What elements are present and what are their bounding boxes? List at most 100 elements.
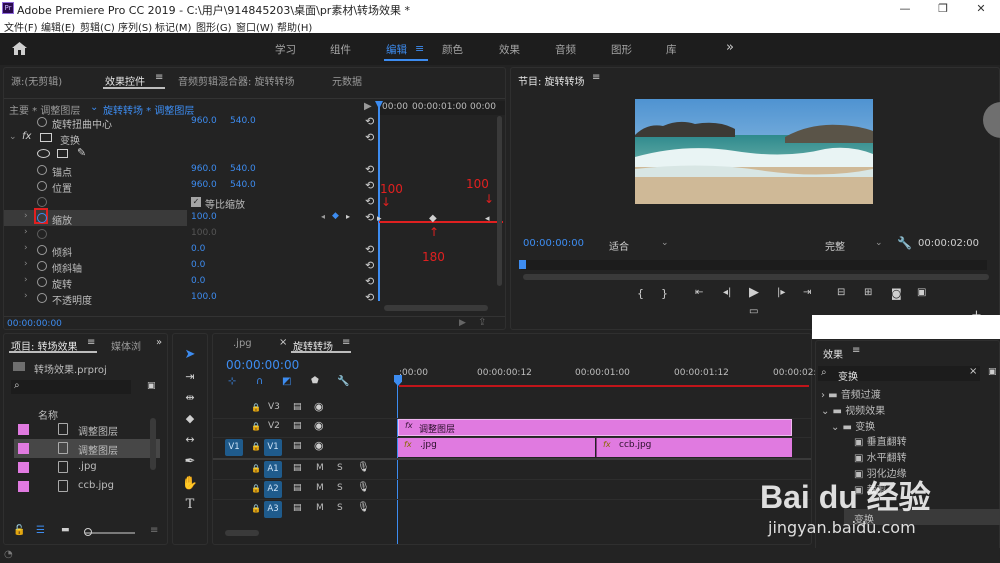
list-item[interactable]: 调整图层	[14, 439, 160, 458]
prop-value[interactable]: 0.0	[191, 260, 205, 270]
panel-menu-icon[interactable]: ≡	[342, 337, 350, 348]
effects-search-input[interactable]: ⌕ 变换 ×	[818, 366, 980, 383]
close-tab-icon[interactable]: ×	[279, 337, 287, 348]
rect-mask-icon[interactable]	[57, 149, 68, 158]
lock-icon[interactable]: 🔒	[251, 464, 261, 473]
stopwatch-icon[interactable]	[37, 165, 47, 175]
mute-icon[interactable]: M	[316, 503, 324, 513]
list-item[interactable]: 调整图层	[14, 420, 160, 439]
go-to-in-icon[interactable]: ⇤	[695, 287, 703, 298]
ws-libraries[interactable]: 库	[666, 42, 677, 57]
project-search-input[interactable]: ⌕	[11, 380, 131, 394]
chevron-down-icon[interactable]: ⌄	[90, 102, 98, 113]
track-label[interactable]: V3	[268, 402, 280, 412]
sort-icon[interactable]: ≡	[150, 525, 158, 536]
eye-icon[interactable]: ◉	[314, 400, 324, 413]
reset-icon[interactable]: ⟲	[365, 259, 374, 272]
comment-icon[interactable]: ▭	[749, 306, 758, 317]
play-icon[interactable]: ▶	[749, 285, 759, 300]
sync-icon[interactable]: ▤	[293, 421, 302, 431]
lock-icon[interactable]: 🔒	[251, 442, 261, 451]
sync-icon[interactable]: ▤	[293, 503, 302, 513]
nest-icon[interactable]: ⊹	[228, 376, 236, 387]
lock-icon[interactable]: 🔒	[251, 504, 261, 513]
ec-footer-timecode[interactable]: 00:00:00:00	[7, 319, 62, 329]
linked-selection-icon[interactable]: ◩	[282, 376, 291, 387]
tree-item-audio-transitions[interactable]: › ▬ 音频过渡	[821, 386, 881, 401]
panel-menu-icon[interactable]: ≡	[852, 345, 860, 356]
zoom-slider-handle[interactable]	[84, 528, 92, 536]
fx-badge[interactable]: fx	[22, 131, 31, 142]
tree-item-vertical-flip[interactable]: ▣ 垂直翻转	[854, 433, 907, 448]
reset-icon[interactable]: ⟲	[365, 163, 374, 176]
list-item[interactable]: .jpg	[14, 458, 160, 477]
step-back-icon[interactable]: ◂|	[723, 287, 731, 298]
reset-icon[interactable]: ⟲	[365, 115, 374, 128]
tree-item-video-effects[interactable]: ⌄ ▬ 视频效果	[821, 402, 885, 417]
reset-icon[interactable]: ⟲	[365, 243, 374, 256]
clip-adjustment-layer[interactable]: fx 调整图层	[398, 419, 792, 436]
source-patch-v1[interactable]: V1	[225, 439, 243, 456]
menu-clip[interactable]: 剪辑(C)	[80, 19, 115, 34]
stopwatch-icon[interactable]	[37, 277, 47, 287]
menu-edit[interactable]: 编辑(E)	[41, 19, 75, 34]
expand-icon[interactable]: ›	[24, 227, 28, 237]
prop-value[interactable]: 100.0	[191, 292, 217, 302]
mic-icon[interactable]: 🎙	[357, 462, 370, 473]
timeline-playhead[interactable]	[397, 376, 398, 544]
panel-menu-icon[interactable]: ≡	[87, 337, 95, 348]
mic-icon[interactable]: 🎙	[357, 502, 370, 513]
pen-mask-icon[interactable]: ✎	[77, 146, 86, 159]
track-label[interactable]: A1	[264, 461, 282, 478]
sync-icon[interactable]: ▤	[293, 402, 302, 412]
lift-icon[interactable]: ⊟	[837, 287, 845, 298]
prop-value-y[interactable]: 540.0	[230, 164, 256, 174]
video-frame[interactable]	[635, 99, 873, 204]
stopwatch-icon[interactable]	[37, 261, 47, 271]
kf-ruler[interactable]: 00:00 00:00:01:00 00:00	[378, 101, 505, 115]
ws-learn[interactable]: 学习	[275, 42, 296, 57]
ws-editing[interactable]: 编辑	[386, 42, 407, 57]
timeline-hscroll[interactable]	[225, 530, 259, 536]
lock-icon[interactable]: 🔒	[251, 422, 261, 431]
mark-out-icon[interactable]: }	[661, 287, 668, 300]
extract-icon[interactable]: ⊞	[864, 287, 872, 298]
wrench-icon[interactable]: 🔧	[897, 236, 912, 250]
prop-value-x[interactable]: 960.0	[191, 116, 217, 126]
program-timecode[interactable]: 00:00:00:00	[523, 238, 584, 249]
prop-value-x[interactable]: 960.0	[191, 164, 217, 174]
reset-icon[interactable]: ⟲	[365, 291, 374, 304]
stopwatch-icon[interactable]	[37, 181, 47, 191]
timeline-timecode[interactable]: 00:00:00:00	[226, 358, 299, 372]
sync-icon[interactable]: ▤	[293, 441, 302, 451]
mute-icon[interactable]: M	[316, 463, 324, 473]
effects-title[interactable]: 效果	[823, 346, 843, 361]
prop-value[interactable]: 0.0	[191, 276, 205, 286]
keyframe-right-icon[interactable]: ◂	[485, 214, 490, 224]
menu-marker[interactable]: 标记(M)	[155, 19, 191, 34]
ws-color[interactable]: 颜色	[442, 42, 463, 57]
clip-ccb-jpg[interactable]: fx ccb.jpg	[596, 438, 792, 457]
selection-tool-icon[interactable]: ➤	[181, 346, 199, 364]
reset-icon[interactable]: ⟲	[365, 131, 374, 144]
checkbox-icon[interactable]: ✓	[191, 197, 201, 207]
expand-icon[interactable]: ›	[24, 275, 28, 285]
sync-icon[interactable]: ▤	[293, 483, 302, 493]
tree-item-horizontal-flip[interactable]: ▣ 水平翻转	[854, 449, 907, 464]
stopwatch-icon[interactable]	[37, 117, 47, 127]
lock-icon[interactable]: 🔒	[251, 484, 261, 493]
program-playhead[interactable]	[519, 260, 526, 269]
solo-icon[interactable]: S	[337, 483, 343, 493]
play-triangle-icon[interactable]: ▶	[364, 101, 372, 112]
list-item[interactable]: ccb.jpg	[14, 477, 160, 496]
stopwatch-icon[interactable]	[37, 293, 47, 303]
expand-icon[interactable]: ›	[24, 243, 28, 253]
export-icon[interactable]: ⇪	[478, 317, 486, 328]
track-label[interactable]: A3	[264, 501, 282, 518]
tab-media-browser[interactable]: 媒体浏	[111, 338, 141, 353]
ripple-edit-tool-icon[interactable]: ⇹	[181, 389, 199, 407]
track-label[interactable]: V1	[264, 439, 282, 456]
new-bin-icon[interactable]: ▣	[147, 381, 156, 391]
compare-icon[interactable]: ▣	[917, 287, 926, 298]
type-tool-icon[interactable]: T	[181, 496, 199, 514]
